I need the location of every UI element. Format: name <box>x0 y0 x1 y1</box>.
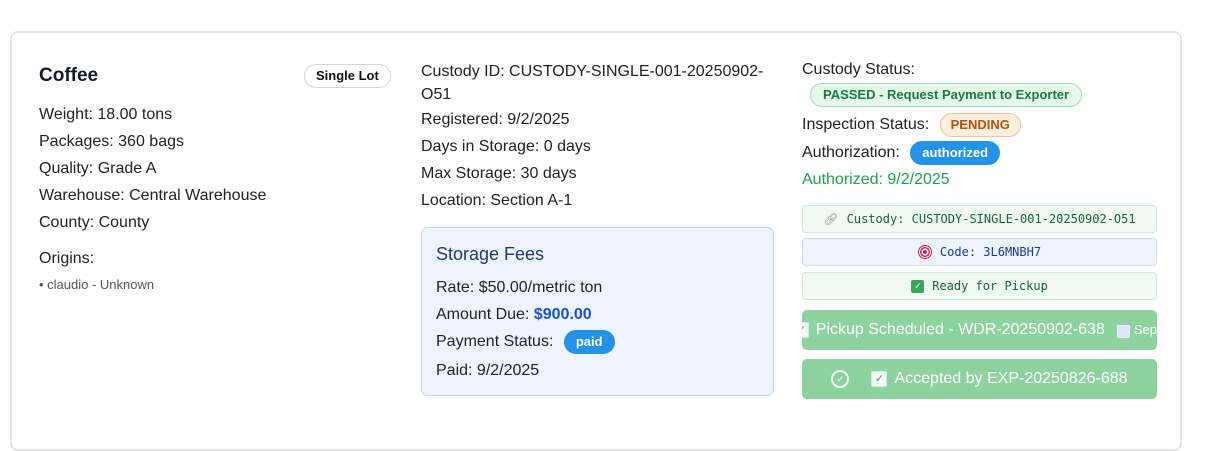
payment-status-badge: paid <box>563 330 615 354</box>
amount-due-value: $900.00 <box>533 306 592 323</box>
code-info-box: Code: 3L6MNBH7 <box>802 238 1157 266</box>
amount-due-label: Amount Due: <box>436 306 530 323</box>
storage-fees-title: Storage Fees <box>436 244 545 264</box>
custody-status-badge: PASSED - Request Payment to Exporter <box>810 83 1083 107</box>
origins-label: Origins: <box>39 250 95 267</box>
inspection-status-label: Inspection Status: <box>802 116 930 134</box>
packages-text: Packages: 360 bags <box>39 133 184 150</box>
commodity-title: Coffee <box>39 65 99 86</box>
lot-type-badge: Single Lot <box>304 64 391 88</box>
custody-id-line-1: Custody ID: CUSTODY-SINGLE-001-20250902- <box>421 63 764 80</box>
authorization-label: Authorization: <box>802 144 900 162</box>
payment-status-row: Payment Status: paid <box>436 330 615 354</box>
calendar-icon <box>1116 324 1130 338</box>
target-icon <box>917 245 932 259</box>
custody-id-text: Custody ID: CUSTODY-SINGLE-001-20250902-… <box>421 60 777 106</box>
link-icon: 🔗︎ <box>823 212 839 226</box>
pickup-date: Sep <box>1116 322 1157 338</box>
custody-id-line-2: O51 <box>421 86 452 103</box>
authorization-badge: authorized <box>910 141 1001 165</box>
days-in-storage-text: Days in Storage: 0 days <box>421 138 591 155</box>
payment-status-label: Payment Status: <box>436 333 554 351</box>
custody-info-text: Custody: CUSTODY-SINGLE-001-20250902-O51 <box>846 212 1136 226</box>
check-box-icon: ✓ <box>802 322 809 338</box>
amount-due-row: Amount Due: $900.00 <box>436 306 592 324</box>
ready-info-box: ✓ Ready for Pickup <box>802 272 1157 300</box>
check-box-icon: ✓ <box>911 279 925 293</box>
weight-text: Weight: 18.00 tons <box>39 106 173 123</box>
custody-status-label: Custody Status: <box>802 61 915 78</box>
quality-text: Quality: Grade A <box>39 160 157 177</box>
warehouse-text: Warehouse: Central Warehouse <box>39 187 267 204</box>
check-box-icon: ✓ <box>871 371 888 387</box>
authorization-row: Authorization: authorized <box>802 141 1001 165</box>
inspection-status-row: Inspection Status: PENDING <box>802 113 1021 137</box>
county-text: County: County <box>39 214 150 231</box>
custody-info-box: 🔗︎ Custody: CUSTODY-SINGLE-001-20250902-… <box>802 205 1157 233</box>
inspection-status-badge: PENDING <box>939 113 1021 137</box>
max-storage-text: Max Storage: 30 days <box>421 165 577 182</box>
rate-text: Rate: $50.00/metric ton <box>436 279 603 296</box>
accepted-button[interactable]: ✓ ✓ Accepted by EXP-20250826-688 <box>802 359 1157 399</box>
registered-text: Registered: 9/2/2025 <box>421 111 570 128</box>
origin-item: • claudio - Unknown <box>39 277 155 292</box>
authorized-date-text: Authorized: 9/2/2025 <box>802 171 950 188</box>
accepted-text: Accepted by EXP-20250826-688 <box>894 370 1128 387</box>
storage-fees-panel: Storage Fees Rate: $50.00/metric ton Amo… <box>421 227 774 396</box>
location-text: Location: Section A-1 <box>421 192 573 209</box>
paid-date-text: Paid: 9/2/2025 <box>436 362 540 379</box>
circle-check-icon: ✓ <box>831 370 850 388</box>
ready-info-text: Ready for Pickup <box>932 279 1048 293</box>
code-info-text: Code: 3L6MNBH7 <box>939 245 1042 259</box>
pickup-scheduled-text: Pickup Scheduled - WDR-20250902-638 <box>815 321 1105 338</box>
pickup-scheduled-button[interactable]: ✓ ✓ Pickup Scheduled - WDR-20250902-638 … <box>802 310 1157 350</box>
lot-card: Coffee Single Lot Weight: 18.00 tons Pac… <box>10 31 1182 451</box>
